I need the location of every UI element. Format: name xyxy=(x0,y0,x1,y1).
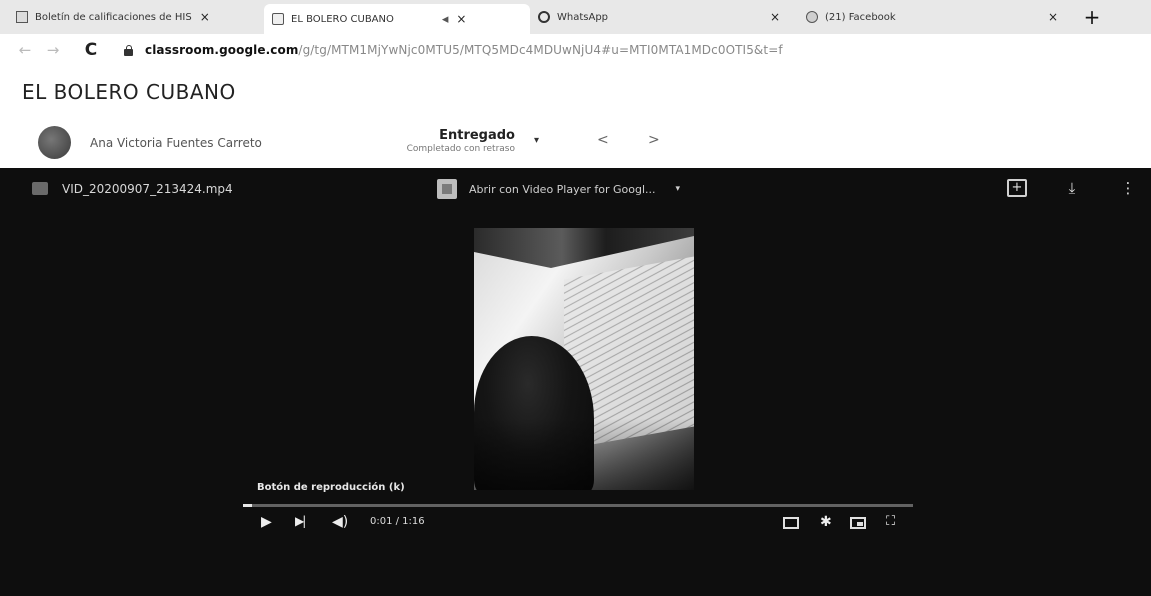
lock-icon[interactable] xyxy=(124,44,133,56)
submission-status: Entregado Completado con retraso xyxy=(355,128,515,154)
next-button[interactable]: ▶| xyxy=(295,514,306,528)
progress-bar[interactable] xyxy=(243,504,913,507)
status-label: Entregado xyxy=(439,128,515,143)
page-title: EL BOLERO CUBANO xyxy=(22,80,236,104)
tab-title: WhatsApp xyxy=(557,11,609,23)
more-options-icon[interactable]: ⋮ xyxy=(1117,177,1139,199)
url-host: classroom.google.com xyxy=(145,43,299,57)
tab-strip: Boletín de calificaciones de HIS × EL BO… xyxy=(0,0,1151,34)
tab-close-icon[interactable]: × xyxy=(770,10,780,24)
status-sub-label: Completado con retraso xyxy=(406,144,515,154)
reload-icon[interactable]: C xyxy=(80,39,102,61)
tab-title: Boletín de calificaciones de HIS xyxy=(35,11,192,23)
student-header: Ana Victoria Fuentes Carreto Entregado C… xyxy=(0,118,1151,166)
audio-indicator-icon[interactable]: ◂ xyxy=(442,12,449,27)
tab-bolero-cubano[interactable]: EL BOLERO CUBANO ◂ × xyxy=(264,4,530,34)
add-to-drive-icon[interactable]: + xyxy=(1007,179,1027,197)
tab-facebook[interactable]: (21) Facebook × xyxy=(806,4,1076,30)
download-icon[interactable]: ⤓ xyxy=(1061,177,1083,199)
whatsapp-favicon-icon xyxy=(538,11,550,23)
tab-boletin[interactable]: Boletín de calificaciones de HIS × xyxy=(16,4,256,30)
student-name: Ana Victoria Fuentes Carreto xyxy=(90,136,262,150)
tab-close-icon[interactable]: × xyxy=(456,12,466,26)
back-arrow-icon[interactable]: ← xyxy=(14,39,36,61)
tab-whatsapp[interactable]: WhatsApp × xyxy=(538,4,798,30)
video-file-icon xyxy=(32,182,48,195)
play-button[interactable]: ▶ xyxy=(261,514,272,530)
video-frame[interactable] xyxy=(474,228,694,490)
play-tooltip: Botón de reproducción (k) xyxy=(257,482,405,493)
chevron-down-icon: ▾ xyxy=(675,184,681,194)
previous-student-button[interactable]: < xyxy=(597,132,609,148)
new-tab-icon[interactable]: + xyxy=(1080,6,1104,30)
subtitles-icon[interactable] xyxy=(783,517,799,529)
tab-close-icon[interactable]: × xyxy=(1048,10,1058,24)
url-path: /g/tg/MTM1MjYwNjc0MTU5/MTQ5MDc4MDUwNjU4#… xyxy=(298,43,783,57)
video-player-app-icon xyxy=(437,179,457,199)
fullscreen-icon[interactable]: ⛶ xyxy=(886,514,895,529)
url-field[interactable]: classroom.google.com/g/tg/MTM1MjYwNjc0MT… xyxy=(145,43,783,57)
address-bar: ← → C classroom.google.com/g/tg/MTM1MjYw… xyxy=(0,34,1151,66)
tab-title: EL BOLERO CUBANO xyxy=(291,13,394,25)
chevron-down-icon[interactable]: ▾ xyxy=(534,135,539,146)
file-viewer: VID_20200907_213424.mp4 Abrir con Video … xyxy=(0,168,1151,596)
tab-close-icon[interactable]: × xyxy=(200,10,210,24)
sheets-favicon-icon xyxy=(16,11,28,23)
player-controls: ▶ ▶| ◀) 0:01 / 1:16 ✱ ⛶ xyxy=(243,511,913,537)
avatar xyxy=(38,126,71,159)
progress-fill xyxy=(243,504,252,507)
video-scene-shadow xyxy=(474,418,694,490)
open-with-button[interactable]: Abrir con Video Player for Googl... ▾ xyxy=(437,178,680,200)
classroom-favicon-icon xyxy=(272,13,284,25)
settings-icon[interactable]: ✱ xyxy=(820,514,832,530)
miniplayer-icon[interactable] xyxy=(850,517,866,529)
next-student-button[interactable]: > xyxy=(648,132,660,148)
tab-title: (21) Facebook xyxy=(825,11,896,23)
forward-arrow-icon[interactable]: → xyxy=(42,39,64,61)
time-display: 0:01 / 1:16 xyxy=(370,516,425,527)
facebook-favicon-icon xyxy=(806,11,818,23)
open-with-label: Abrir con Video Player for Googl... xyxy=(469,182,656,196)
volume-icon[interactable]: ◀) xyxy=(332,514,348,530)
file-name: VID_20200907_213424.mp4 xyxy=(62,182,233,196)
viewer-toolbar: VID_20200907_213424.mp4 Abrir con Video … xyxy=(0,168,1151,210)
